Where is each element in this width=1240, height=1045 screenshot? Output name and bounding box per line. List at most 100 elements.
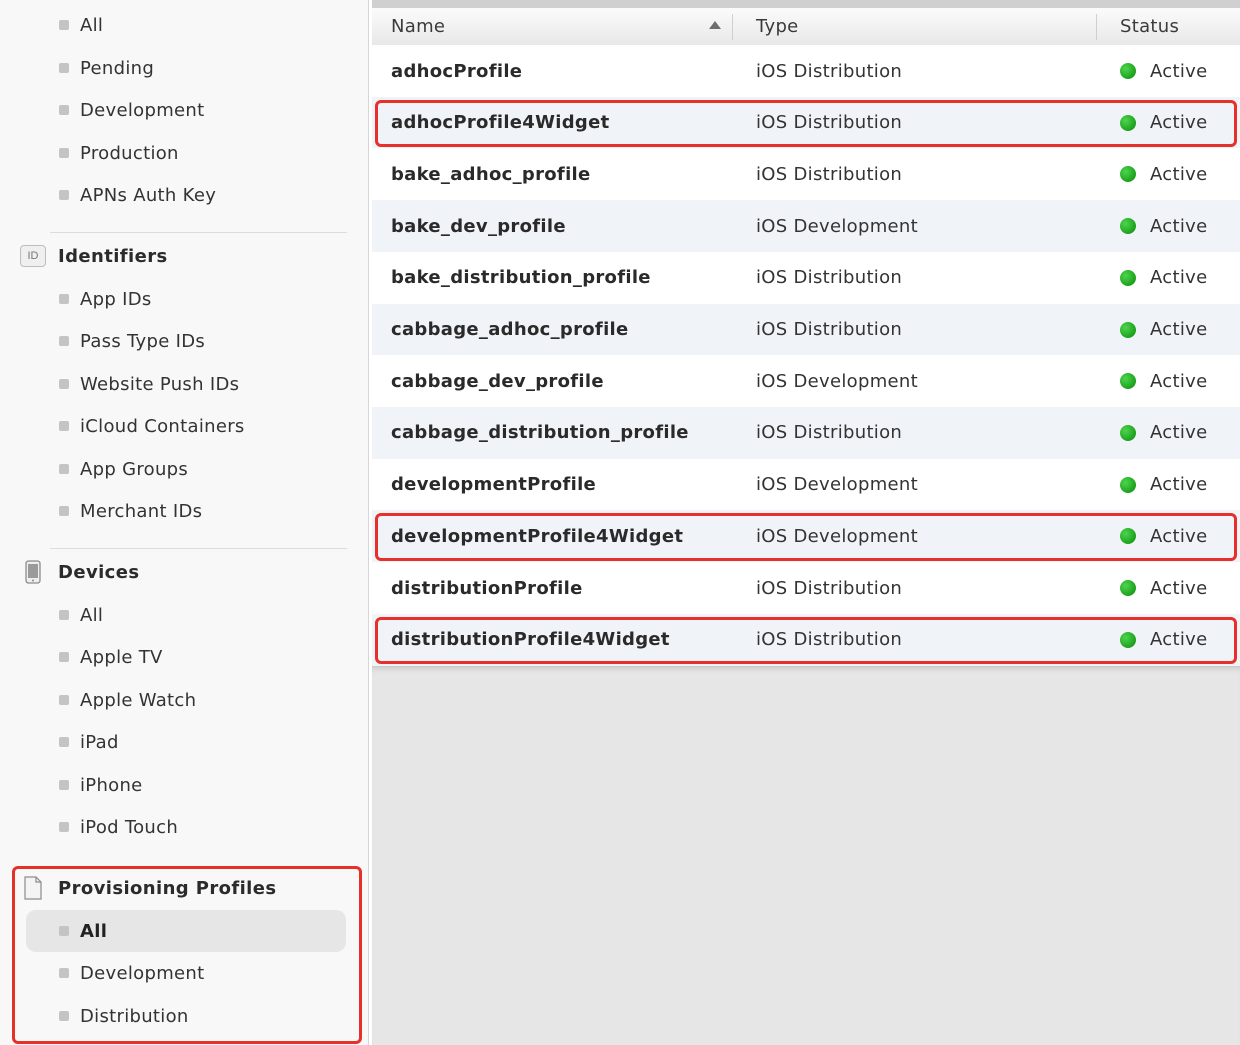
status-label: Active <box>1150 60 1208 82</box>
table-row[interactable]: distributionProfile iOS Distribution Activ… <box>372 562 1240 614</box>
bullet-icon <box>59 695 69 705</box>
bullet-icon <box>59 652 69 662</box>
profiles-table: Name Type Status adhocProfile iOS Distrib… <box>372 0 1240 1045</box>
sidebar-item-apple-tv[interactable]: Apple TV <box>26 636 346 678</box>
table-row[interactable]: developmentProfile iOS Development Active <box>372 458 1240 511</box>
profile-name: cabbage_distribution_profile <box>391 422 689 444</box>
bullet-icon <box>59 294 69 304</box>
status-label: Active <box>1150 422 1208 444</box>
status-dot-icon <box>1120 166 1136 183</box>
table-row[interactable]: distributionProfile4Widget iOS Distributi… <box>372 613 1240 666</box>
profile-status: Active <box>1120 407 1207 459</box>
sidebar-item-label: Apple Watch <box>80 689 197 711</box>
sidebar-item-app-ids[interactable]: App IDs <box>26 278 346 320</box>
column-header-type[interactable]: Type <box>756 8 799 45</box>
section-header: Provisioning Profiles <box>58 877 277 899</box>
profile-status: Active <box>1120 562 1207 614</box>
sidebar-section-devices[interactable]: Devices <box>20 551 350 593</box>
sidebar-item-ipod-touch[interactable]: iPod Touch <box>26 806 346 848</box>
column-header-name[interactable]: Name <box>391 8 445 45</box>
profile-status: Active <box>1120 45 1207 97</box>
sidebar-item-certificates-production[interactable]: Production <box>26 132 346 174</box>
sidebar-divider <box>50 232 347 233</box>
status-dot-icon <box>1120 424 1136 441</box>
table-row[interactable]: adhocProfile4Widget iOS Distribution Activ… <box>372 96 1240 149</box>
sidebar-item-certificates-pending[interactable]: Pending <box>26 47 346 89</box>
sidebar-item-profiles-distribution[interactable]: Distribution <box>26 995 346 1037</box>
table-row[interactable]: developmentProfile4Widget iOS Development… <box>372 510 1240 563</box>
sidebar-item-apns-auth-key[interactable]: APNs Auth Key <box>26 174 346 216</box>
bullet-icon <box>59 148 69 158</box>
status-dot-icon <box>1120 528 1136 545</box>
status-label: Active <box>1150 629 1208 651</box>
sidebar-section-provisioning-profiles[interactable]: Provisioning Profiles <box>20 867 350 909</box>
sidebar-item-label: All <box>80 920 108 942</box>
status-dot-icon <box>1120 373 1136 390</box>
table-header: Name Type Status <box>372 8 1240 46</box>
sidebar-section-identifiers[interactable]: ID Identifiers <box>20 235 350 277</box>
table-row[interactable]: cabbage_dev_profile iOS Development Active <box>372 355 1240 408</box>
table-row[interactable]: bake_adhoc_profile iOS Distribution Active <box>372 148 1240 201</box>
sidebar-item-ipad[interactable]: iPad <box>26 721 346 763</box>
sidebar-item-devices-all[interactable]: All <box>26 594 346 636</box>
sidebar-item-pass-type-ids[interactable]: Pass Type IDs <box>26 320 346 362</box>
sidebar-item-apple-watch[interactable]: Apple Watch <box>26 679 346 721</box>
status-dot-icon <box>1120 580 1136 596</box>
column-separator[interactable] <box>1096 14 1097 40</box>
sidebar-item-label: Merchant IDs <box>80 500 203 522</box>
status-label: Active <box>1150 267 1208 289</box>
table-row[interactable]: bake_dev_profile iOS Development Active <box>372 200 1240 253</box>
column-separator[interactable] <box>732 14 733 40</box>
sidebar-item-label: APNs Auth Key <box>80 184 217 206</box>
profile-status: Active <box>1120 355 1207 407</box>
bullet-icon <box>59 190 69 200</box>
profile-type: iOS Distribution <box>756 267 903 289</box>
profile-name: cabbage_adhoc_profile <box>391 319 629 340</box>
profile-name: bake_dev_profile <box>391 215 566 237</box>
profile-name: adhocProfile4Widget <box>391 112 610 134</box>
top-strip <box>372 0 1240 8</box>
profile-type: iOS Development <box>756 215 918 237</box>
sidebar-item-profiles-development[interactable]: Development <box>26 952 346 994</box>
device-icon <box>20 559 46 585</box>
sidebar-item-label: App Groups <box>80 458 189 480</box>
sidebar-item-profiles-all[interactable]: All <box>26 910 346 952</box>
profile-name: developmentProfile4Widget <box>391 525 684 547</box>
sidebar-item-merchant-ids[interactable]: Merchant IDs <box>26 490 346 532</box>
sort-ascending-icon[interactable] <box>709 21 721 29</box>
sidebar-item-icloud-containers[interactable]: iCloud Containers <box>26 405 346 447</box>
sidebar-item-label: Development <box>80 99 205 121</box>
profile-status: Active <box>1120 148 1207 200</box>
table-row[interactable]: cabbage_adhoc_profile iOS Distribution Act… <box>372 303 1240 356</box>
sidebar-item-certificates-development[interactable]: Development <box>26 89 346 131</box>
sidebar-item-certificates-all[interactable]: All <box>26 4 346 46</box>
profile-status: Active <box>1120 200 1207 252</box>
id-badge-icon: ID <box>20 243 46 269</box>
sidebar-divider <box>50 548 347 549</box>
profile-type: iOS Development <box>756 525 918 547</box>
status-label: Active <box>1150 112 1208 134</box>
sidebar-item-label: Apple TV <box>80 646 163 668</box>
sidebar-item-label: All <box>80 14 104 36</box>
profile-name: developmentProfile <box>391 474 597 496</box>
profile-type: iOS Distribution <box>756 60 903 82</box>
bullet-icon <box>59 737 69 747</box>
profile-type: iOS Distribution <box>756 163 903 185</box>
column-header-status[interactable]: Status <box>1120 8 1179 45</box>
profile-type: iOS Development <box>756 474 918 496</box>
sidebar-item-label: Distribution <box>80 1005 189 1027</box>
document-icon <box>20 875 46 901</box>
sidebar-item-iphone[interactable]: iPhone <box>26 764 346 806</box>
profile-status: Active <box>1120 97 1207 149</box>
sidebar-item-label: iCloud Containers <box>80 415 245 437</box>
table-row[interactable]: bake_distribution_profile iOS Distributio… <box>372 251 1240 304</box>
bullet-icon <box>59 336 69 346</box>
profile-type: iOS Development <box>756 370 918 392</box>
sidebar-item-website-push-ids[interactable]: Website Push IDs <box>26 363 346 405</box>
sidebar-item-label: All <box>80 604 104 626</box>
profile-name: cabbage_dev_profile <box>391 370 604 392</box>
table-row[interactable]: cabbage_distribution_profile iOS Distribu… <box>372 406 1240 459</box>
table-row[interactable]: adhocProfile iOS Distribution Active <box>372 45 1240 97</box>
sidebar-item-app-groups[interactable]: App Groups <box>26 448 346 490</box>
bullet-icon <box>59 105 69 115</box>
